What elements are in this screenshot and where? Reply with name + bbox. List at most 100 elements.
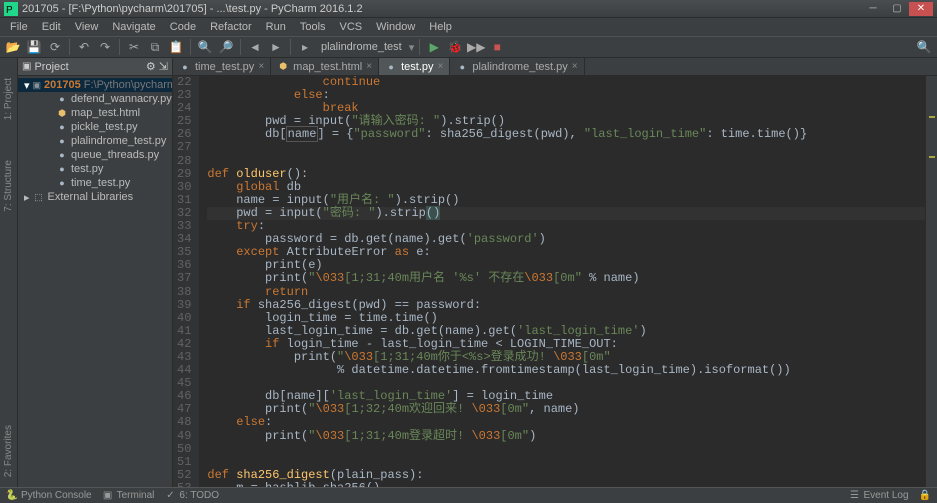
line-number[interactable]: 53: [177, 482, 191, 487]
line-number[interactable]: 40: [177, 312, 191, 325]
chevron-down-icon[interactable]: ▾: [409, 41, 415, 54]
code-line[interactable]: name = input("用户名: ").strip(): [207, 194, 925, 207]
code-line[interactable]: if sha256_digest(pwd) == password:: [207, 299, 925, 312]
tab-test.py[interactable]: ●test.py×: [379, 58, 450, 75]
tool-project[interactable]: 1: Project: [3, 78, 14, 120]
close-button[interactable]: ✕: [909, 2, 933, 16]
paste-icon[interactable]: 📋: [167, 38, 185, 56]
menu-help[interactable]: Help: [423, 20, 458, 34]
replace-icon[interactable]: 🔎: [217, 38, 235, 56]
code-editor[interactable]: 2223242526272829303132333435363738394041…: [173, 76, 937, 487]
lock-icon[interactable]: 🔒: [919, 490, 931, 501]
line-number[interactable]: 41: [177, 325, 191, 338]
save-icon[interactable]: 💾: [25, 38, 43, 56]
file-plalindrome_test.py[interactable]: ●plalindrome_test.py: [18, 134, 172, 148]
project-root[interactable]: ▾ ▣ 201705 F:\Python\pycharm\201705: [18, 78, 172, 92]
line-number[interactable]: 39: [177, 299, 191, 312]
menu-run[interactable]: Run: [260, 20, 292, 34]
code-line[interactable]: return: [207, 286, 925, 299]
menu-navigate[interactable]: Navigate: [106, 20, 161, 34]
open-icon[interactable]: 📂: [4, 38, 22, 56]
tab-time_test.py[interactable]: ●time_test.py×: [173, 58, 271, 75]
terminal-tool[interactable]: ▣Terminal: [102, 490, 155, 502]
menu-vcs[interactable]: VCS: [334, 20, 369, 34]
close-tab-icon[interactable]: ×: [258, 61, 264, 72]
project-tree[interactable]: ▾ ▣ 201705 F:\Python\pycharm\201705 ●def…: [18, 76, 172, 206]
code-content[interactable]: continue else: break pwd = input("请输入密码:…: [199, 76, 925, 487]
menu-file[interactable]: File: [4, 20, 34, 34]
code-line[interactable]: global db: [207, 181, 925, 194]
code-line[interactable]: def olduser():: [207, 168, 925, 181]
forward-icon[interactable]: ►: [267, 38, 285, 56]
rerun-icon[interactable]: ▶▶: [467, 38, 485, 56]
line-number[interactable]: 31: [177, 194, 191, 207]
code-line[interactable]: print("\033[1;31;40m登录超时! \033[0m"): [207, 430, 925, 443]
line-number[interactable]: 50: [177, 443, 191, 456]
tool-favorites[interactable]: 2: Favorites: [3, 425, 14, 477]
code-line[interactable]: pwd = input("密码: ").strip(): [207, 207, 925, 220]
line-number[interactable]: 52: [177, 469, 191, 482]
code-line[interactable]: [207, 443, 925, 456]
line-gutter[interactable]: 2223242526272829303132333435363738394041…: [173, 76, 199, 487]
close-tab-icon[interactable]: ×: [366, 61, 372, 72]
tab-plalindrome_test.py[interactable]: ●plalindrome_test.py×: [450, 58, 584, 75]
code-line[interactable]: def sha256_digest(plain_pass):: [207, 469, 925, 482]
close-tab-icon[interactable]: ×: [438, 61, 444, 72]
find-icon[interactable]: 🔍: [196, 38, 214, 56]
line-number[interactable]: 42: [177, 338, 191, 351]
tool-structure[interactable]: 7: Structure: [3, 160, 14, 212]
undo-icon[interactable]: ↶: [75, 38, 93, 56]
line-number[interactable]: 48: [177, 416, 191, 429]
line-number[interactable]: 37: [177, 272, 191, 285]
file-queue_threads.py[interactable]: ●queue_threads.py: [18, 148, 172, 162]
todo-tool[interactable]: ✓6: TODO: [164, 490, 219, 502]
gear-icon[interactable]: ⚙: [146, 60, 156, 73]
warning-marker[interactable]: [929, 156, 935, 158]
code-line[interactable]: print("\033[1;31;40m用户名 '%s' 不存在\033[0m"…: [207, 272, 925, 285]
line-number[interactable]: 30: [177, 181, 191, 194]
maximize-button[interactable]: ▢: [885, 2, 909, 16]
file-map_test.html[interactable]: ⬢map_test.html: [18, 106, 172, 120]
line-number[interactable]: 28: [177, 155, 191, 168]
stop-button[interactable]: ■: [488, 38, 506, 56]
copy-icon[interactable]: ⧉: [146, 38, 164, 56]
line-number[interactable]: 27: [177, 141, 191, 154]
expand-icon[interactable]: ▾: [24, 79, 30, 92]
menu-window[interactable]: Window: [370, 20, 421, 34]
run-config-icon[interactable]: ▸: [296, 38, 314, 56]
cut-icon[interactable]: ✂: [125, 38, 143, 56]
warning-marker[interactable]: [929, 116, 935, 118]
file-defend_wannacry.py[interactable]: ●defend_wannacry.py: [18, 92, 172, 106]
event-log[interactable]: ☰Event Log: [849, 490, 909, 502]
collapse-icon[interactable]: ⇲: [159, 60, 168, 73]
back-icon[interactable]: ◄: [246, 38, 264, 56]
code-line[interactable]: last_login_time = db.get(name).get('last…: [207, 325, 925, 338]
external-libraries[interactable]: ▸ ⬚ External Libraries: [18, 190, 172, 204]
line-number[interactable]: 51: [177, 456, 191, 469]
redo-icon[interactable]: ↷: [96, 38, 114, 56]
menu-edit[interactable]: Edit: [36, 20, 67, 34]
code-line[interactable]: print("\033[1;32;40m欢迎回来! \033[0m", name…: [207, 403, 925, 416]
menu-tools[interactable]: Tools: [294, 20, 332, 34]
run-button[interactable]: ▶: [425, 38, 443, 56]
file-pickle_test.py[interactable]: ●pickle_test.py: [18, 120, 172, 134]
menu-view[interactable]: View: [69, 20, 105, 34]
close-tab-icon[interactable]: ×: [572, 61, 578, 72]
line-number[interactable]: 49: [177, 430, 191, 443]
file-test.py[interactable]: ●test.py: [18, 162, 172, 176]
python-console-tool[interactable]: 🐍Python Console: [6, 490, 92, 502]
code-line[interactable]: [207, 155, 925, 168]
expand-icon[interactable]: ▸: [24, 191, 30, 204]
debug-button[interactable]: 🐞: [446, 38, 464, 56]
code-line[interactable]: % datetime.datetime.fromtimestamp(last_l…: [207, 364, 925, 377]
line-number[interactable]: 29: [177, 168, 191, 181]
search-everywhere-icon[interactable]: 🔍: [915, 38, 933, 56]
minimize-button[interactable]: ─: [861, 2, 885, 16]
line-number[interactable]: 38: [177, 286, 191, 299]
tab-map_test.html[interactable]: ⬢map_test.html×: [271, 58, 379, 75]
code-line[interactable]: db[name] = {"password": sha256_digest(pw…: [207, 128, 925, 141]
file-time_test.py[interactable]: ●time_test.py: [18, 176, 172, 190]
run-config-selector[interactable]: plalindrome_test: [317, 41, 406, 53]
menu-refactor[interactable]: Refactor: [204, 20, 258, 34]
code-line[interactable]: m = hashlib.sha256(): [207, 482, 925, 487]
